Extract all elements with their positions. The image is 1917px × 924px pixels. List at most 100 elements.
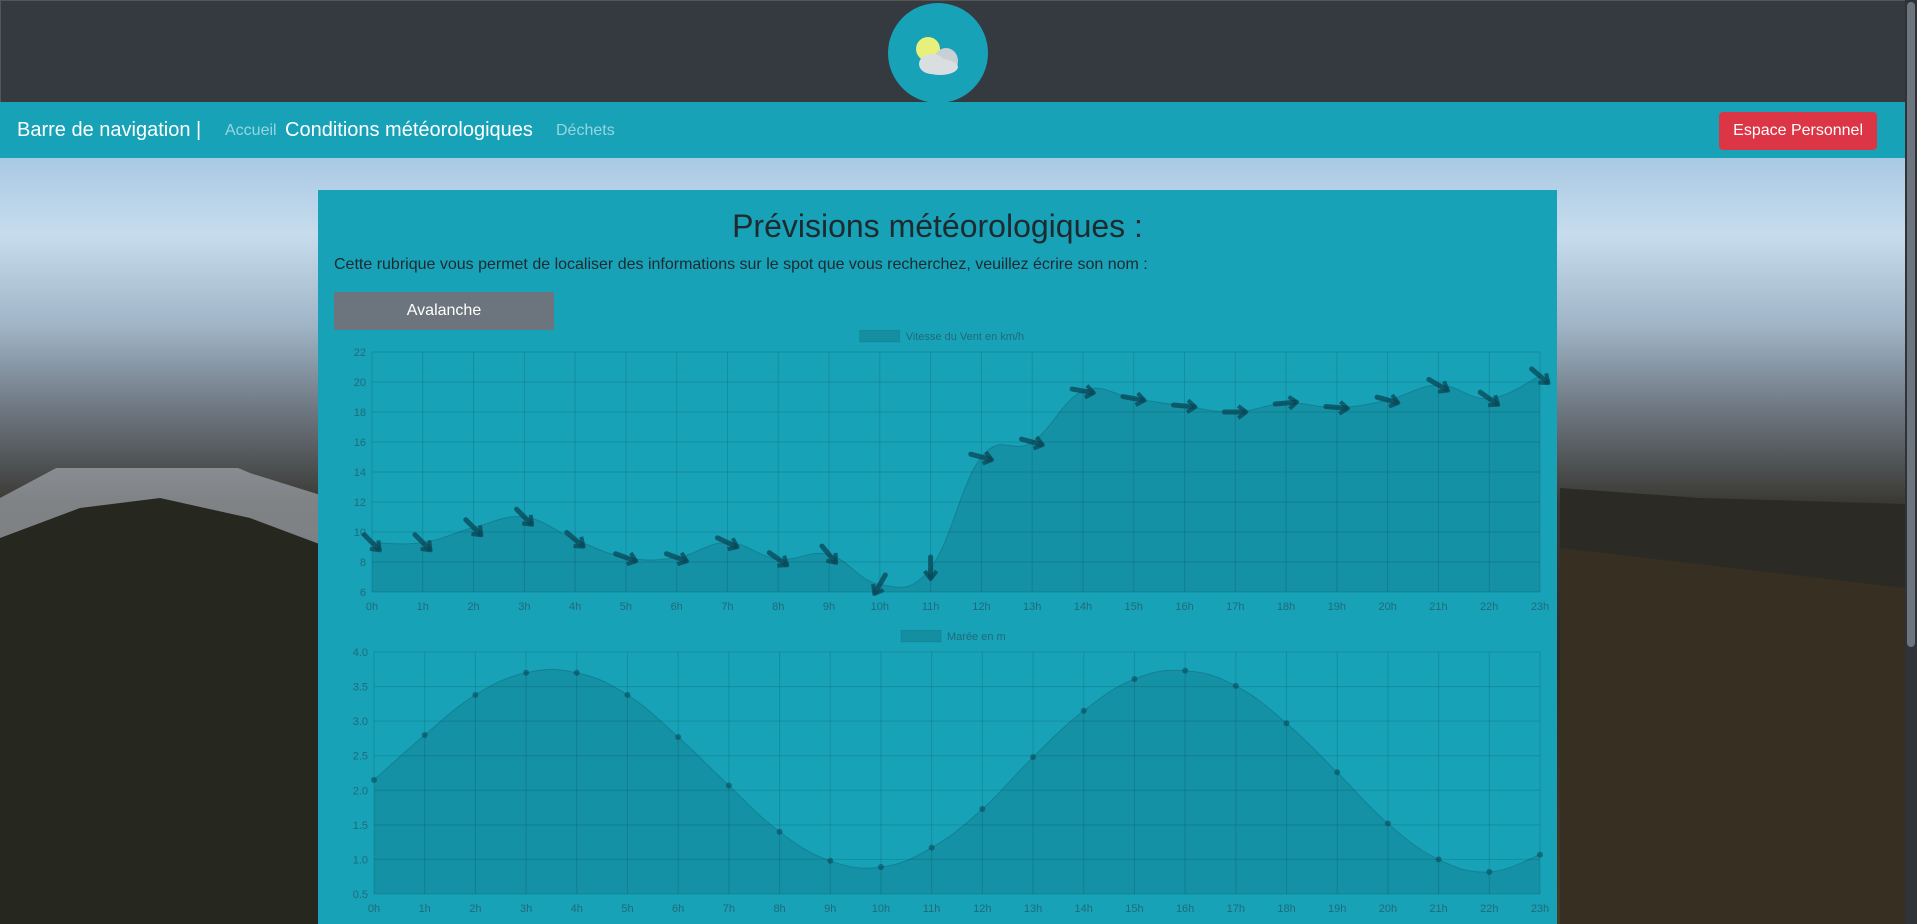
tide-data-point [827, 857, 834, 864]
y-tick-label: 0.5 [353, 889, 368, 901]
x-tick-label: 18h [1277, 903, 1295, 915]
x-tick-label: 10h [872, 903, 890, 915]
x-tick-label: 19h [1328, 601, 1346, 613]
y-tick-label: 4.0 [353, 647, 368, 659]
tide-data-point [1486, 868, 1493, 875]
y-tick-label: 1.5 [353, 820, 368, 832]
tide-data-point [1182, 667, 1189, 674]
series-area [374, 669, 1540, 894]
x-tick-label: 8h [773, 903, 785, 915]
tide-data-point [1537, 851, 1543, 858]
tide-data-point [1232, 682, 1239, 689]
y-tick-label: 12 [354, 497, 366, 509]
nav-link-conditions-meteo[interactable]: Conditions météorologiques [285, 119, 533, 142]
tide-data-point [1384, 820, 1391, 827]
weather-logo [888, 3, 988, 103]
x-tick-label: 6h [671, 601, 683, 613]
x-tick-label: 0h [366, 601, 378, 613]
y-tick-label: 22 [354, 347, 366, 359]
x-tick-label: 4h [571, 903, 583, 915]
x-tick-label: 23h [1531, 601, 1549, 613]
nav-link-accueil[interactable]: Accueil [225, 122, 277, 140]
chart-legend: Marée en m [900, 630, 1006, 643]
x-tick-label: 3h [518, 601, 530, 613]
tide-data-point [928, 844, 935, 851]
y-tick-label: 3.5 [353, 682, 368, 694]
tide-data-point [725, 782, 732, 789]
tide-data-point [1131, 675, 1138, 682]
y-tick-label: 1.0 [353, 854, 368, 866]
x-tick-label: 22h [1480, 903, 1498, 915]
legend-swatch [859, 330, 901, 343]
tide-data-point [371, 776, 377, 783]
navbar: Barre de navigation | Accueil Conditions… [0, 102, 1905, 158]
x-tick-label: 3h [520, 903, 532, 915]
x-tick-label: 21h [1429, 601, 1447, 613]
tide-chart: Marée en m 0.5 1.0 1.5 2.0 2.5 3.0 3.5 4.0 0h 1h 2h… [353, 630, 1549, 915]
legend-swatch [900, 630, 942, 643]
tide-data-point [979, 805, 986, 812]
x-tick-label: 17h [1227, 903, 1245, 915]
tide-data-point [675, 734, 682, 741]
tide-data-point [776, 828, 783, 835]
x-tick-label: 13h [1023, 601, 1041, 613]
wind-speed-chart: Vitesse du Vent en km/h68101214161820220… [354, 330, 1551, 613]
spot-avalanche-button[interactable]: Avalanche [334, 292, 554, 330]
page-scrollbar[interactable] [1905, 0, 1917, 924]
x-tick-label: 13h [1024, 903, 1042, 915]
x-tick-label: 12h [973, 903, 991, 915]
forecast-card: Prévisions météorologiques : Cette rubri… [318, 190, 1557, 924]
tide-data-point [421, 731, 428, 738]
navbar-brand[interactable]: Barre de navigation | [17, 119, 201, 142]
x-tick-label: 18h [1277, 601, 1295, 613]
tide-data-point [1030, 754, 1037, 761]
x-tick-label: 11h [923, 903, 941, 915]
x-tick-label: 2h [469, 903, 481, 915]
x-tick-label: 10h [871, 601, 889, 613]
legend-label: Marée en m [947, 631, 1006, 643]
tide-data-point [1283, 720, 1290, 727]
x-tick-label: 1h [419, 903, 431, 915]
y-tick-label: 8 [360, 557, 366, 569]
x-tick-label: 2h [467, 601, 479, 613]
espace-personnel-button[interactable]: Espace Personnel [1719, 112, 1877, 150]
page-title: Prévisions météorologiques : [732, 208, 1143, 244]
x-tick-label: 11h [922, 601, 940, 613]
x-tick-label: 9h [823, 601, 835, 613]
x-tick-label: 4h [569, 601, 581, 613]
tide-data-point [877, 864, 884, 871]
y-tick-label: 16 [354, 437, 366, 449]
x-tick-label: 14h [1074, 601, 1092, 613]
tide-data-point [1080, 707, 1087, 714]
x-tick-label: 5h [620, 601, 632, 613]
weather-partly-cloudy-icon [916, 37, 958, 75]
x-tick-label: 15h [1125, 601, 1143, 613]
x-tick-label: 17h [1226, 601, 1244, 613]
x-tick-label: 0h [368, 903, 380, 915]
x-tick-label: 5h [621, 903, 633, 915]
x-tick-label: 16h [1176, 903, 1194, 915]
tide-data-point [523, 669, 530, 676]
x-tick-label: 14h [1075, 903, 1093, 915]
y-tick-label: 2.0 [353, 785, 368, 797]
top-header [0, 0, 1906, 103]
tide-data-point [573, 669, 580, 676]
x-tick-label: 15h [1125, 903, 1143, 915]
y-tick-label: 6 [360, 587, 366, 599]
x-tick-label: 21h [1429, 903, 1447, 915]
x-tick-label: 6h [672, 903, 684, 915]
x-tick-label: 7h [723, 903, 735, 915]
nav-link-dechets[interactable]: Déchets [556, 122, 615, 140]
y-tick-label: 3.0 [353, 716, 368, 728]
tide-data-point [472, 691, 479, 698]
x-tick-label: 16h [1175, 601, 1193, 613]
scrollbar-thumb[interactable] [1907, 2, 1915, 647]
y-tick-label: 18 [354, 407, 366, 419]
tide-data-point [1435, 856, 1442, 863]
chart-legend: Vitesse du Vent en km/h [859, 330, 1024, 343]
y-tick-label: 20 [354, 377, 366, 389]
x-tick-label: 9h [824, 903, 836, 915]
y-tick-label: 2.5 [353, 751, 368, 763]
x-tick-label: 19h [1328, 903, 1346, 915]
description-text: Cette rubrique vous permet de localiser … [334, 256, 1148, 273]
